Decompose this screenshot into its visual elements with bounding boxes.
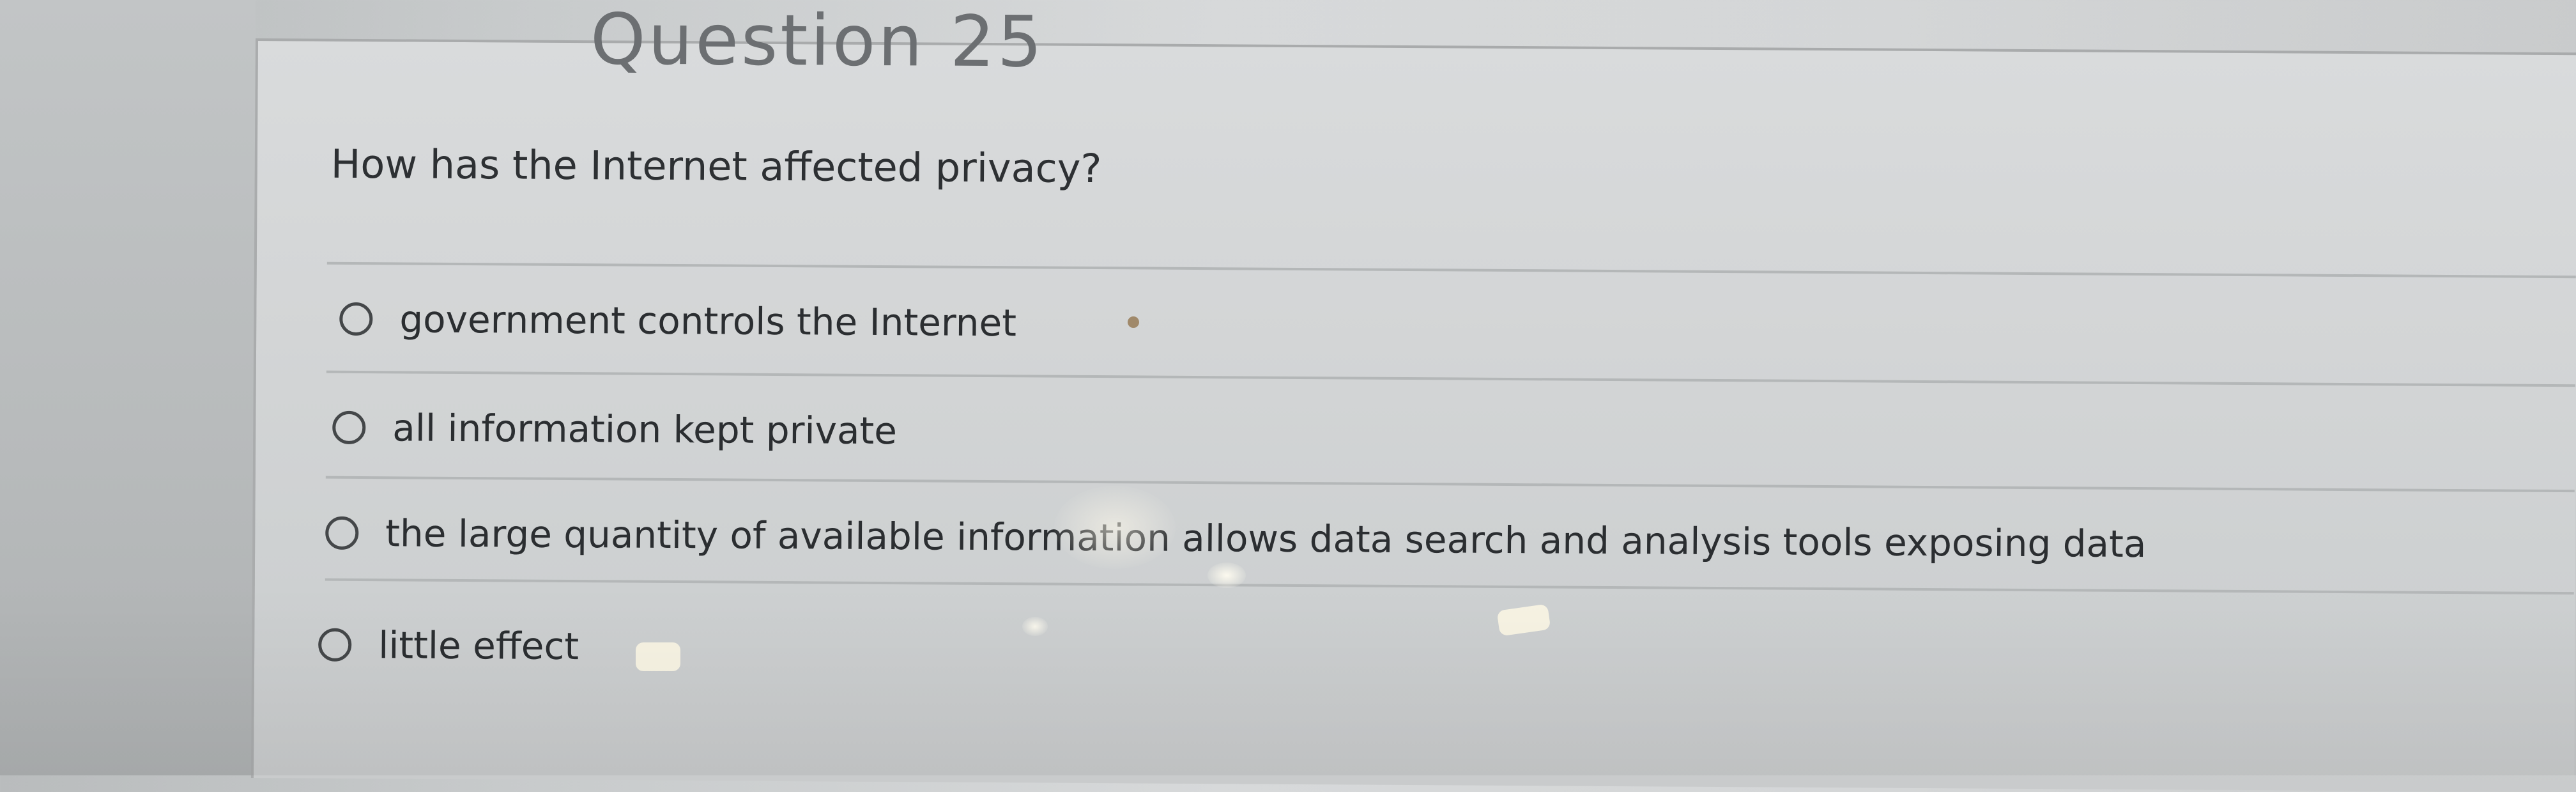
divider <box>325 578 2574 595</box>
divider <box>326 370 2575 387</box>
option-3[interactable]: the large quantity of available informat… <box>325 511 2147 566</box>
option-2[interactable]: all information kept private <box>332 406 897 453</box>
divider <box>326 261 2576 279</box>
radio-option-3[interactable] <box>325 516 359 550</box>
option-2-label: all information kept private <box>392 406 898 453</box>
option-1[interactable]: government controls the Internet <box>339 297 1016 345</box>
option-4[interactable]: little effect <box>318 623 579 668</box>
radio-option-2[interactable] <box>332 410 366 445</box>
question-card: Question 25 How has the Internet affecte… <box>250 0 2576 792</box>
option-4-label: little effect <box>378 623 579 669</box>
option-3-label: the large quantity of available informat… <box>385 511 2147 566</box>
radio-option-1[interactable] <box>339 302 373 336</box>
page-left-margin <box>0 0 256 775</box>
question-text: How has the Internet affected privacy? <box>330 140 1102 192</box>
divider <box>325 476 2575 493</box>
radio-option-4[interactable] <box>318 628 352 662</box>
question-heading: Question 25 <box>590 0 1045 83</box>
option-1-label: government controls the Internet <box>399 297 1017 345</box>
